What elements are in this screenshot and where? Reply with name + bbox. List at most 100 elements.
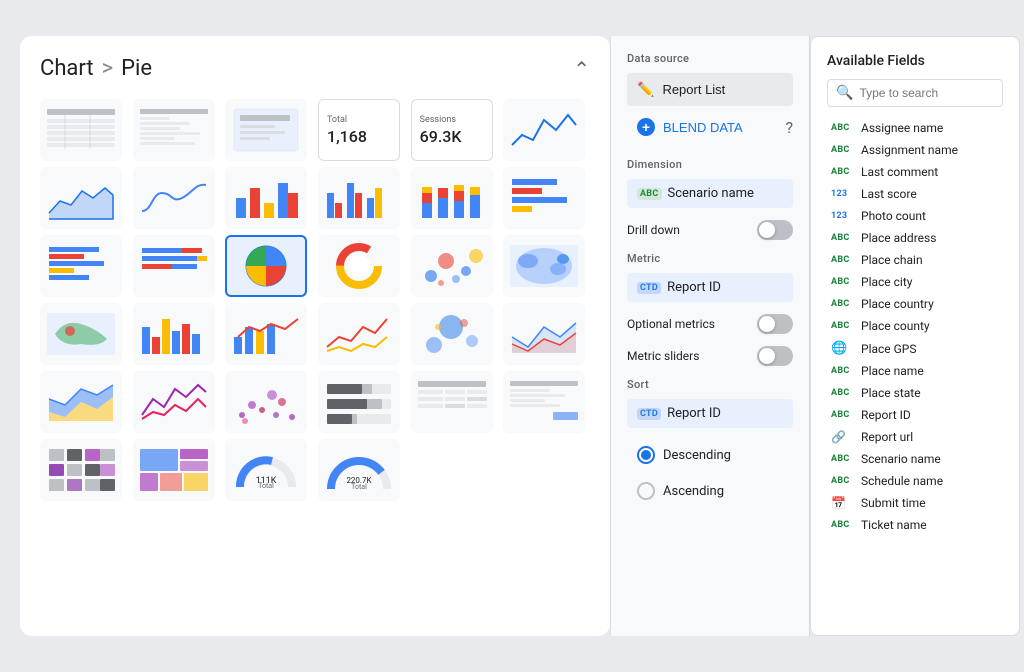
chart-type-line[interactable] [503, 99, 585, 161]
optional-metrics-toggle[interactable] [757, 314, 793, 334]
dimension-chip[interactable]: ABC Scenario name [627, 179, 793, 208]
chart-type-hbar2[interactable] [40, 235, 122, 297]
chart-type-scatter[interactable] [411, 235, 493, 297]
chart-type-multiline[interactable] [318, 303, 400, 365]
chart-type-pie[interactable] [225, 235, 307, 297]
chart-selector-panel: Chart > Pie ⌃ [20, 36, 610, 636]
field-item[interactable]: ABC Scenario name [827, 448, 1003, 470]
chart-type-stacked-bar[interactable] [411, 167, 493, 229]
field-item[interactable]: ABC Place city [827, 271, 1003, 293]
field-type-text: ABC [831, 123, 855, 133]
metric-sliders-toggle[interactable] [757, 346, 793, 366]
field-type-text: 123 [831, 189, 855, 199]
metric-label: Metric [627, 252, 793, 265]
field-item[interactable]: ABC Place state [827, 382, 1003, 404]
chart-type-scorecard[interactable] [225, 99, 307, 161]
total-value: 1,168 [327, 127, 367, 146]
field-item[interactable]: ABC Last comment [827, 161, 1003, 183]
help-icon[interactable]: ? [785, 118, 793, 137]
chart-type-gauge-table[interactable] [503, 371, 585, 433]
field-name: Place city [861, 275, 912, 289]
ascending-radio[interactable] [637, 482, 655, 500]
field-type-text: ABC [831, 454, 855, 464]
search-icon: 🔍 [836, 85, 853, 101]
field-item[interactable]: ABC Report ID [827, 404, 1003, 426]
data-source-name: Report List [662, 82, 725, 97]
field-item[interactable]: 📅 Submit time [827, 492, 1003, 514]
field-item[interactable]: ABC Place address [827, 227, 1003, 249]
chart-type-area2[interactable] [503, 303, 585, 365]
field-item[interactable]: 🌐 Place GPS [827, 337, 1003, 360]
drill-down-label: Drill down [627, 223, 680, 237]
field-item[interactable]: ABC Assignment name [827, 139, 1003, 161]
chart-type-smooth-line[interactable] [133, 167, 215, 229]
chart-type-gauge-total[interactable]: Total 111K [225, 439, 307, 501]
search-input[interactable] [859, 86, 994, 100]
chart-type-stacked-area[interactable] [40, 371, 122, 433]
field-type-text: ABC [831, 476, 855, 486]
field-name: Last score [861, 187, 917, 201]
field-item[interactable]: ABC Ticket name [827, 514, 1003, 536]
sort-ascending[interactable]: Ascending [627, 476, 793, 506]
chart-type-map[interactable] [503, 235, 585, 297]
blend-data-button[interactable]: + BLEND DATA [627, 112, 785, 142]
chart-type-donut[interactable] [318, 235, 400, 297]
chart-title: Chart > Pie [40, 56, 152, 81]
metric-chip[interactable]: CTD Report ID [627, 273, 793, 302]
field-item[interactable]: ABC Place county [827, 315, 1003, 337]
chart-type-line2[interactable] [133, 371, 215, 433]
chart-type-horizontal-bar[interactable] [503, 167, 585, 229]
field-name: Submit time [861, 496, 926, 510]
sessions-value: 69.3K [420, 127, 462, 146]
field-item[interactable]: ABC Place chain [827, 249, 1003, 271]
drill-down-toggle[interactable] [757, 220, 793, 240]
chart-type-gauge-total2[interactable]: Total 220.7K [318, 439, 400, 501]
field-type-text: ABC [831, 299, 855, 309]
chart-current-type: Pie [121, 56, 152, 81]
field-type-text: ABC [831, 145, 855, 155]
chart-type-combo[interactable] [225, 303, 307, 365]
optional-metrics-label: Optional metrics [627, 317, 715, 331]
field-item[interactable]: ABC Schedule name [827, 470, 1003, 492]
collapse-icon[interactable]: ⌃ [573, 57, 590, 81]
chart-type-bar[interactable] [225, 167, 307, 229]
data-source-button[interactable]: ✏️ Report List [627, 73, 793, 106]
field-name: Place country [861, 297, 934, 311]
field-item[interactable]: 123 Last score [827, 183, 1003, 205]
chart-type-treemap[interactable] [133, 439, 215, 501]
dimension-label: Dimension [627, 158, 793, 171]
chart-type-table2[interactable] [133, 99, 215, 161]
field-item[interactable]: 123 Photo count [827, 205, 1003, 227]
svg-text:220.7K: 220.7K [346, 476, 372, 485]
search-box: 🔍 [827, 79, 1003, 107]
dimension-field: Scenario name [668, 186, 754, 201]
field-item[interactable]: ABC Place name [827, 360, 1003, 382]
chart-type-area[interactable] [40, 167, 122, 229]
chart-type-hbar3[interactable] [133, 235, 215, 297]
field-name: Report url [861, 430, 913, 444]
chart-type-bubble[interactable] [411, 303, 493, 365]
chart-type-geomap[interactable] [40, 303, 122, 365]
sort-chip[interactable]: CTD Report ID [627, 399, 793, 428]
fields-list: ABC Assignee name ABC Assignment name AB… [827, 117, 1003, 536]
chart-type-table[interactable] [40, 99, 122, 161]
svg-text:111K: 111K [256, 476, 277, 486]
descending-radio[interactable] [637, 446, 655, 464]
chart-type-grouped-bar2[interactable] [133, 303, 215, 365]
chart-type-bullet[interactable] [318, 371, 400, 433]
field-item[interactable]: 🔗 Report url [827, 426, 1003, 448]
field-item[interactable]: ABC Place country [827, 293, 1003, 315]
sort-type: CTD [637, 408, 661, 420]
chart-type-grouped-bar[interactable] [318, 167, 400, 229]
chart-type-pivot-table[interactable] [411, 371, 493, 433]
data-source-label: Data source [627, 52, 793, 65]
sort-descending[interactable]: Descending [627, 440, 793, 470]
field-name: Place state [861, 386, 921, 400]
chart-type-dot[interactable] [225, 371, 307, 433]
chart-type-heatmap[interactable] [40, 439, 122, 501]
field-name: Ticket name [861, 518, 927, 532]
blend-label: BLEND DATA [663, 120, 743, 135]
field-type-text: ABC [831, 167, 855, 177]
field-item[interactable]: ABC Assignee name [827, 117, 1003, 139]
metric-sliders-label: Metric sliders [627, 349, 699, 363]
